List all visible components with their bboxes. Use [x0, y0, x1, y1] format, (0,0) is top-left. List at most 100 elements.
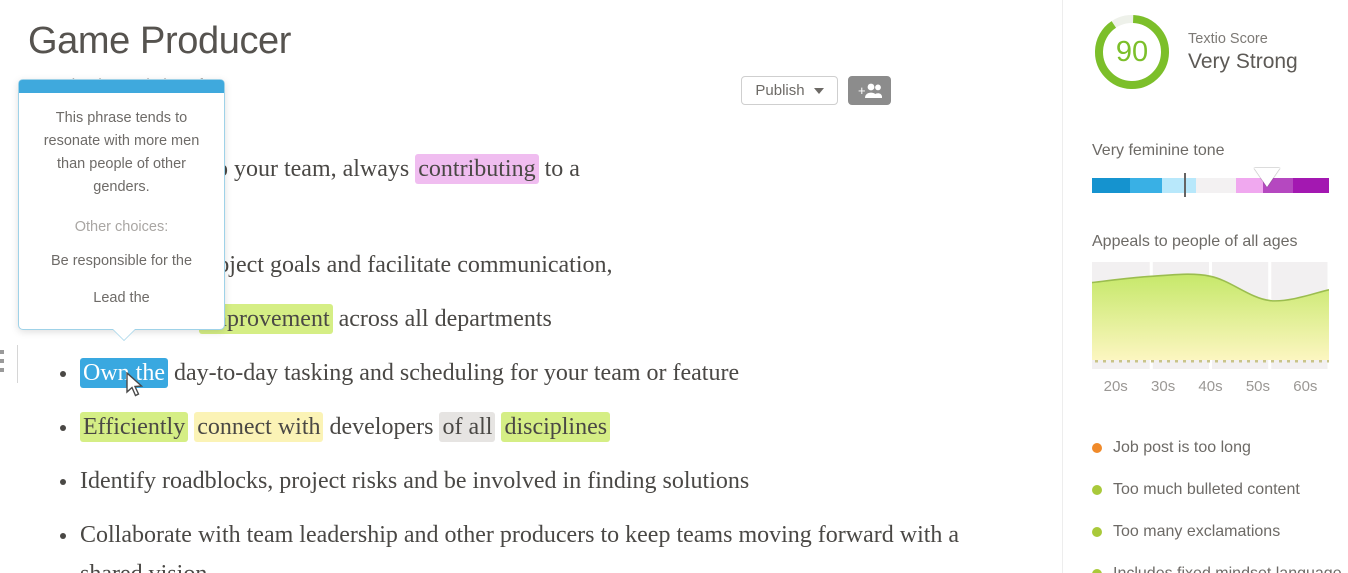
baseline-dot — [1319, 360, 1322, 363]
text-run: across all departments — [332, 306, 552, 332]
axis-tick-label: 40s — [1198, 378, 1223, 395]
baseline-dot — [1095, 360, 1098, 363]
highlight-of-all[interactable]: of all — [439, 412, 496, 442]
analysis-sidebar: 90 Textio Score Very Strong Very feminin… — [1063, 0, 1348, 573]
tooltip-other-choices-label: Other choices: — [74, 219, 169, 235]
highlight-efficiently[interactable]: Efficiently — [80, 412, 189, 442]
baseline-dot — [1135, 360, 1138, 363]
ages-area-chart[interactable] — [1092, 262, 1329, 369]
tooltip-choice-option[interactable]: Lead the — [37, 287, 206, 309]
axis-tick-label: 60s — [1293, 378, 1318, 395]
score-text-block: Textio Score Very Strong — [1188, 30, 1298, 74]
score-ring: 90 — [1092, 12, 1172, 92]
baseline-dot — [1255, 360, 1258, 363]
baseline-dot — [1223, 360, 1226, 363]
list-item[interactable]: Job post is too long — [1092, 437, 1342, 459]
list-item: Own the day-to-day tasking and schedulin… — [60, 354, 1020, 393]
tooltip-choice-option[interactable]: Be responsible for the — [37, 250, 206, 272]
baseline-dot — [1167, 360, 1170, 363]
baseline-dot — [1127, 360, 1130, 363]
status-dot — [1092, 527, 1102, 537]
text-run: Identify roadblocks, project risks and b… — [80, 468, 750, 494]
baseline-dot — [1183, 360, 1186, 363]
issue-label: Too many exclamations — [1113, 523, 1281, 540]
baseline-dot — [1111, 360, 1114, 363]
baseline-dot — [1159, 360, 1162, 363]
highlight-own-the-selected[interactable]: Own the — [80, 358, 168, 388]
baseline-dot — [1311, 360, 1314, 363]
baseline-dot — [1191, 360, 1194, 363]
text-run: Collaborate with team leadership and oth… — [80, 522, 960, 573]
highlight-contributing[interactable]: contributing — [415, 154, 539, 184]
textio-score-block: 90 Textio Score Very Strong — [1092, 12, 1298, 92]
ages-axis-ticks: 20s 30s 40s 50s 60s — [1092, 378, 1329, 395]
textio-editor-screen: Game Producer on technology role in Irvi… — [0, 0, 1348, 573]
list-item[interactable]: Includes fixed mindset language — [1092, 563, 1342, 573]
publish-button-label: Publish — [755, 82, 805, 99]
axis-tick-label: 50s — [1245, 378, 1271, 395]
tone-segment-1 — [1129, 178, 1163, 193]
issues-list: Job post is too long Too much bulleted c… — [1092, 437, 1342, 573]
mouse-cursor — [126, 372, 144, 397]
tone-segment-6 — [1292, 178, 1329, 193]
baseline-dot — [1239, 360, 1242, 363]
ages-area-chart-svg — [1092, 262, 1329, 369]
baseline-dot — [1119, 360, 1122, 363]
chevron-down-icon — [813, 87, 824, 94]
tone-heading: Very feminine tone — [1092, 142, 1225, 159]
chart-area-fill — [1092, 274, 1329, 360]
tooltip-pointer — [113, 329, 135, 340]
tooltip-header-bar — [19, 80, 224, 93]
baseline-dot — [1271, 360, 1274, 363]
text-run: developers — [323, 414, 440, 440]
baseline-dot — [1247, 360, 1250, 363]
baseline-dot — [1199, 360, 1202, 363]
highlight-disciplines[interactable]: disciplines — [501, 412, 611, 442]
score-value-number: 90 — [1115, 35, 1149, 68]
tooltip-content: This phrase tends to resonate with more … — [19, 93, 224, 329]
baseline-dot — [1287, 360, 1290, 363]
left-margin-rule — [17, 345, 18, 383]
tone-gradient-bar[interactable] — [1092, 178, 1329, 193]
add-people-icon: + — [858, 83, 882, 98]
list-item[interactable]: Too much bulleted content — [1092, 479, 1342, 501]
status-dot — [1092, 443, 1102, 453]
panel-drag-handle[interactable] — [0, 350, 5, 376]
issue-label: Includes fixed mindset language — [1113, 563, 1342, 573]
tone-segment-3 — [1196, 178, 1237, 193]
phrase-suggestion-tooltip: This phrase tends to resonate with more … — [18, 79, 225, 340]
highlight-connect-with[interactable]: connect with — [194, 412, 324, 442]
text-run: day-to-day tasking and scheduling for yo… — [167, 360, 740, 386]
baseline-dot — [1327, 360, 1329, 363]
score-label: Textio Score — [1188, 31, 1268, 47]
page-title: Game Producer — [28, 20, 292, 62]
tone-segment-2 — [1162, 178, 1197, 193]
text-run: to a — [538, 156, 580, 182]
baseline-dot — [1151, 360, 1154, 363]
score-rating: Very Strong — [1188, 50, 1298, 73]
axis-tick-label: 30s — [1151, 378, 1176, 395]
drag-dot — [0, 350, 4, 354]
baseline-dot — [1103, 360, 1106, 363]
baseline-dot — [1143, 360, 1146, 363]
tone-midpoint-marker — [1184, 173, 1187, 197]
list-item[interactable]: Too many exclamations — [1092, 521, 1342, 543]
svg-text:+: + — [858, 83, 866, 98]
baseline-dot — [1175, 360, 1178, 363]
tone-position-marker — [1253, 168, 1280, 187]
list-item: Collaborate with team leadership and oth… — [60, 516, 1020, 573]
drag-dot — [0, 359, 4, 363]
axis-tick-label: 20s — [1103, 378, 1128, 395]
baseline-dot — [1215, 360, 1218, 363]
baseline-dot — [1263, 360, 1266, 363]
ages-chart-heading: Appeals to people of all ages — [1092, 233, 1298, 250]
baseline-dot — [1279, 360, 1282, 363]
list-item: Identify roadblocks, project risks and b… — [60, 462, 1020, 501]
add-people-button[interactable]: + — [848, 76, 891, 105]
publish-button[interactable]: Publish — [741, 76, 838, 105]
baseline-dot — [1295, 360, 1298, 363]
tooltip-message: This phrase tends to resonate with more … — [43, 110, 200, 195]
status-dot — [1092, 569, 1102, 573]
status-dot — [1092, 485, 1102, 495]
drag-dot — [0, 368, 4, 372]
